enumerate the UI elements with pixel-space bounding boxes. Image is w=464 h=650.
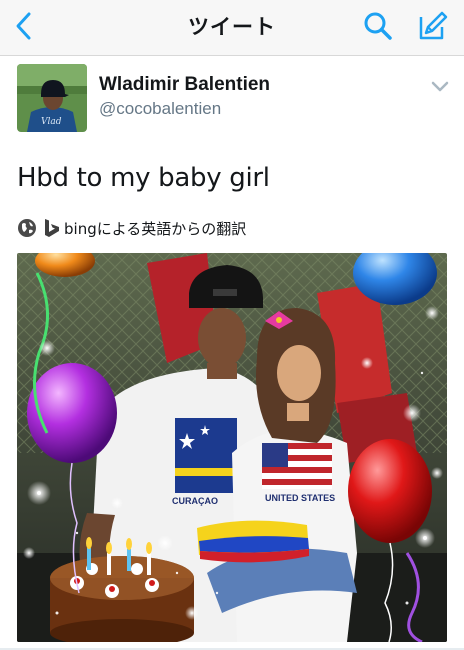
svg-text:Vlad: Vlad <box>41 117 62 127</box>
compose-tweet-button[interactable] <box>414 8 450 44</box>
translate-tweet-link[interactable]: bingによる英語からの翻訳 <box>17 216 246 240</box>
man-shirt-text: CURAÇAO <box>172 496 218 506</box>
tweet-photo[interactable]: CURAÇAO UNITED STATES <box>17 253 447 642</box>
tweet-options-button[interactable] <box>428 76 452 98</box>
search-icon <box>364 12 392 40</box>
tweet-text: Hbd to my baby girl <box>17 163 270 193</box>
caret-down-icon <box>431 81 449 92</box>
translate-label: bingによる英語からの翻訳 <box>64 219 247 238</box>
top-navigation-bar: ツイート <box>0 0 464 56</box>
author-handle[interactable]: @cocobalentien <box>99 99 221 119</box>
search-button[interactable] <box>360 8 396 44</box>
compose-icon <box>419 11 448 40</box>
globe-icon <box>18 219 36 237</box>
author-name[interactable]: Wladimir Balentien <box>99 74 270 96</box>
bing-logo-icon <box>45 219 59 237</box>
girl-shirt-text: UNITED STATES <box>265 493 335 503</box>
author-avatar[interactable]: Vlad <box>17 64 87 132</box>
